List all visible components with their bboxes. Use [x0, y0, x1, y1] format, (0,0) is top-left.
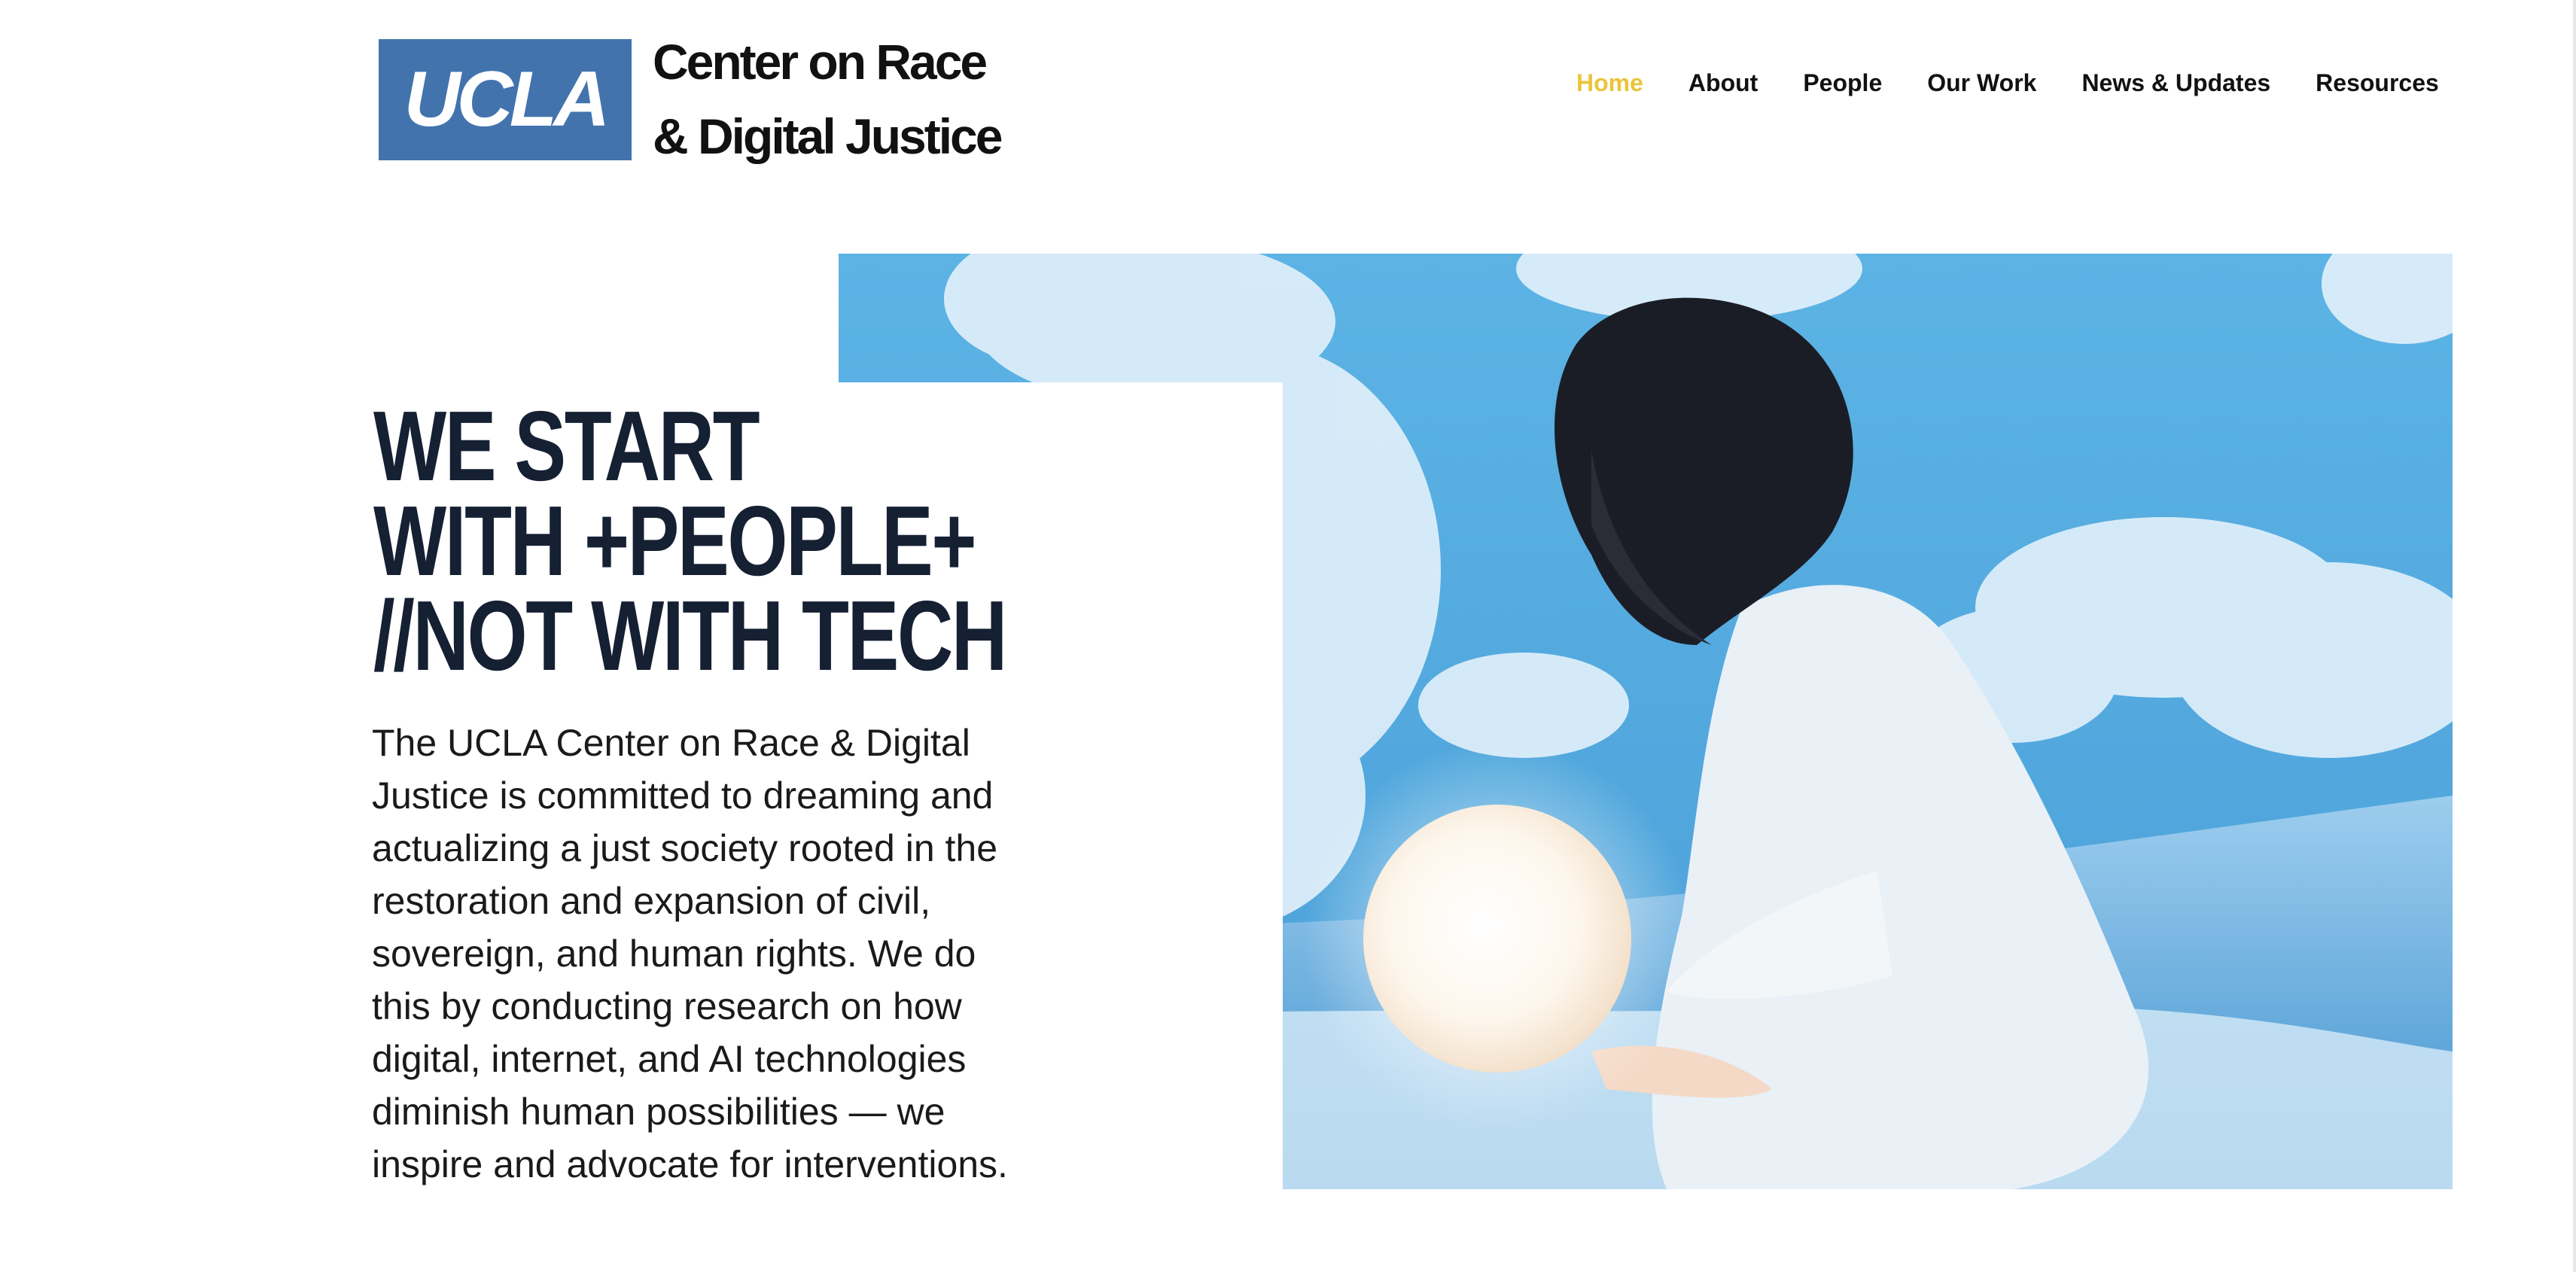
- site-logo[interactable]: UCLA Center on Race & Digital Justice: [379, 25, 1003, 174]
- nav-our-work[interactable]: Our Work: [1927, 69, 2036, 97]
- headline-line-3: //NOT WITH TECH: [373, 580, 1007, 691]
- center-name-line2: & Digital Justice: [653, 108, 1003, 164]
- page: UCLA Center on Race & Digital Justice Ho…: [0, 0, 2576, 1272]
- center-name: Center on Race & Digital Justice: [653, 25, 1003, 174]
- nav-news-updates[interactable]: News & Updates: [2081, 69, 2270, 97]
- nav-resources[interactable]: Resources: [2316, 69, 2439, 97]
- headline-line-2: WITH +PEOPLE+: [373, 485, 976, 596]
- nav-about[interactable]: About: [1688, 69, 1758, 97]
- page-scrollbar[interactable]: [2573, 0, 2576, 1272]
- ucla-logo-text: UCLA: [403, 55, 611, 143]
- hero-headline: WE START WITH +PEOPLE+ //NOT WITH TECH: [373, 391, 1007, 691]
- nav-people[interactable]: People: [1803, 69, 1882, 97]
- center-name-line1: Center on Race: [653, 34, 988, 90]
- nav-home[interactable]: Home: [1576, 69, 1643, 97]
- headline-line-1: WE START: [373, 391, 760, 501]
- main-nav: Home About People Our Work News & Update…: [1576, 69, 2439, 97]
- hero-description: The UCLA Center on Race & Digital Justic…: [372, 722, 1008, 1185]
- ucla-logo-badge: UCLA: [379, 38, 632, 160]
